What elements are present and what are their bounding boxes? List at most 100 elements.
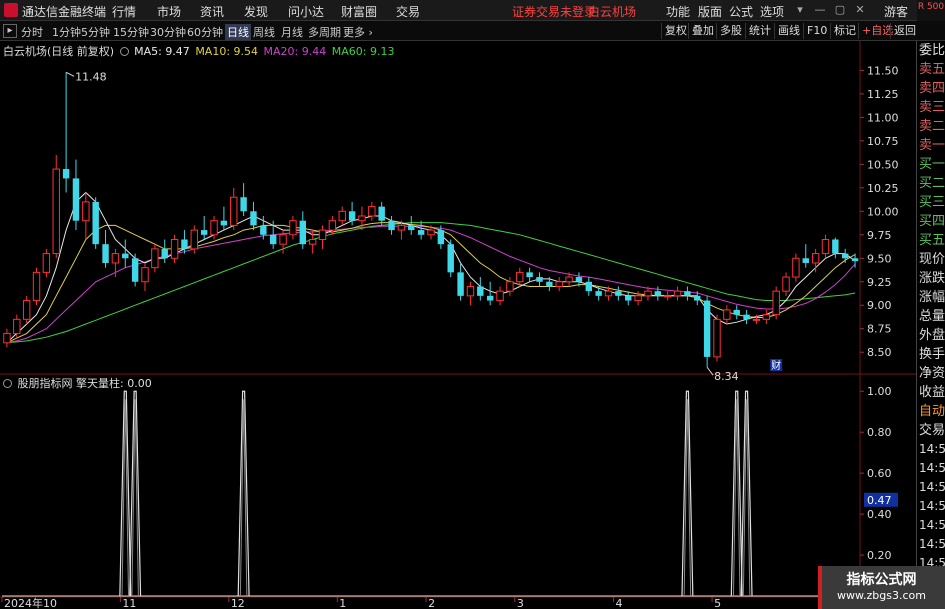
candle-body-down — [595, 291, 602, 296]
candle-body-down — [131, 258, 139, 282]
candle-body-up — [604, 290, 613, 297]
quote-label: 卖四 — [919, 81, 945, 96]
period-tab-multi[interactable]: 多周期 — [308, 24, 341, 40]
candle-body-up — [466, 285, 475, 297]
overlay-button[interactable]: 叠加 — [688, 23, 717, 39]
tab-trade[interactable]: 交易 — [917, 421, 945, 440]
menu-discover[interactable]: 发现 — [244, 3, 268, 20]
period-tab-5min[interactable]: 5分钟 — [81, 24, 110, 40]
candle-body-down — [270, 234, 277, 245]
menu-formula[interactable]: 公式 — [729, 3, 753, 20]
trade-time: 14:56 — [919, 442, 945, 456]
chart-title: 白云机场(日线 前复权) — [3, 45, 115, 58]
kline-chart[interactable]: 11.5011.2511.0010.7510.5010.2510.009.759… — [0, 41, 916, 609]
indicator-settings-icon[interactable] — [3, 379, 12, 388]
panel-toggle-icon[interactable]: ▸ — [3, 24, 17, 38]
menu-wealth[interactable]: 财富圈 — [341, 3, 377, 20]
quote-label: 收益 — [919, 385, 945, 400]
candle-body-down — [477, 286, 484, 296]
watermark: 指标公式网 www.zbgs3.com — [818, 566, 945, 609]
mark-button[interactable]: 标记 — [830, 23, 859, 39]
max-price-label: 11.48 — [75, 70, 107, 83]
quote-side-panel: 委比 卖五 卖四 卖三 卖二 卖一 买一 买二 买三 买四 买五 现价 涨跌 涨幅 总量 外盘 换手 净资 收益 自动… — [916, 41, 945, 609]
tab-auto[interactable]: 自动 — [917, 402, 945, 421]
menu-function[interactable]: 功能 — [666, 3, 690, 20]
ma60-name: MA60 — [331, 45, 363, 58]
menu-layout[interactable]: 版面 — [698, 3, 722, 20]
more-label: 更多 — [343, 26, 365, 39]
date-tick-label: 2024年10 — [4, 596, 57, 609]
candle-body-up — [308, 238, 317, 245]
ma5-legend: MA5: 9.47 — [134, 45, 190, 58]
indicator-name: 擎天量柱 — [76, 377, 120, 390]
candle-body-up — [634, 295, 642, 302]
candle-body-up — [289, 220, 297, 236]
maximize-icon[interactable]: ▢ — [830, 1, 850, 19]
candle-body-up — [723, 309, 731, 320]
back-button[interactable]: 返回 — [890, 23, 919, 39]
menu-market[interactable]: 市场 — [157, 3, 181, 20]
candle-body-down — [62, 169, 70, 179]
candle-body-up — [52, 168, 60, 255]
period-tab-weekly[interactable]: 周线 — [253, 24, 275, 40]
app-title: 通达信金融终端 — [22, 5, 107, 19]
quote-label: 总量 — [919, 309, 945, 324]
ma5-name: MA5 — [134, 45, 159, 58]
f10-button[interactable]: F10 — [803, 23, 830, 39]
draw-line-button[interactable]: 画线 — [774, 23, 803, 39]
guest-label[interactable]: 游客 — [884, 3, 908, 20]
indicator-tick-label: 0.40 — [867, 508, 892, 521]
price-tick-label: 10.25 — [867, 182, 899, 195]
period-tab-15min[interactable]: 15分钟 — [113, 24, 149, 40]
login-status-alert[interactable]: 证券交易未登录 — [512, 3, 596, 20]
multi-stock-button[interactable]: 多股 — [716, 23, 745, 39]
candle-body-down — [92, 201, 99, 245]
candle-body-up — [397, 224, 406, 231]
period-tab-more[interactable]: 更多 › — [343, 24, 373, 40]
ma10-legend: MA10: 9.54 — [195, 45, 259, 58]
menu-ask[interactable]: 问小达 — [288, 3, 324, 20]
restore-rights-button[interactable]: 复权 — [661, 23, 690, 39]
price-tick-label: 9.25 — [867, 276, 892, 289]
date-axis: 2024年10 11 12 1 2 3 4 5 — [1, 596, 721, 609]
statistics-button[interactable]: 统计 — [745, 23, 774, 39]
indicator-bars — [2, 390, 860, 597]
indicator-tick-label: 0.20 — [867, 549, 892, 562]
menu-options[interactable]: 选项 — [760, 3, 784, 20]
dropdown-icon[interactable]: ▾ — [790, 1, 810, 19]
candle-body-up — [279, 234, 287, 245]
close-icon[interactable]: ✕ — [850, 1, 870, 19]
candle-body-up — [516, 271, 524, 283]
candle-body-down — [842, 253, 849, 259]
period-tab-1min[interactable]: 1分钟 — [52, 24, 81, 40]
settings-circle-icon[interactable] — [119, 47, 129, 56]
period-tab-30min[interactable]: 30分钟 — [150, 24, 186, 40]
candle-body-up — [644, 290, 652, 297]
candle-body-up — [663, 295, 672, 298]
date-tick-label: 11 — [122, 597, 136, 609]
quote-label: 买三 — [919, 195, 945, 210]
ma20-value: 9.44 — [301, 45, 327, 58]
ma5-value: 9.47 — [165, 45, 190, 58]
candle-body-down — [486, 295, 494, 301]
candle-body-up — [82, 201, 90, 222]
menu-trade[interactable]: 交易 — [396, 3, 420, 20]
candle-body-down — [832, 239, 839, 254]
price-axis: 11.50 11.25 11.00 10.75 10.50 10.25 10.00 9.75 9… — [860, 64, 899, 359]
period-tab-timeshare[interactable]: 分时 — [21, 24, 43, 40]
main-legend: 白云机场(日线 前复权) MA5: 9.47 MA10: 9.54 MA20: … — [3, 43, 396, 59]
candle-body-up — [3, 332, 11, 344]
date-tick-label: 1 — [339, 597, 346, 609]
candle-body-down — [122, 253, 129, 259]
ma60-value: 9.13 — [369, 45, 395, 58]
period-tab-60min[interactable]: 60分钟 — [187, 24, 223, 40]
menu-quotes[interactable]: 行情 — [112, 3, 136, 20]
date-tick-label: 2 — [428, 597, 435, 609]
candle-body-up — [141, 267, 149, 283]
candle-body-down — [615, 291, 622, 296]
minimize-icon[interactable]: — — [810, 1, 830, 19]
period-tab-monthly[interactable]: 月线 — [281, 24, 303, 40]
candle-body-down — [200, 230, 208, 235]
period-tab-daily[interactable]: 日线 — [225, 24, 251, 40]
menu-news[interactable]: 资讯 — [200, 3, 224, 20]
